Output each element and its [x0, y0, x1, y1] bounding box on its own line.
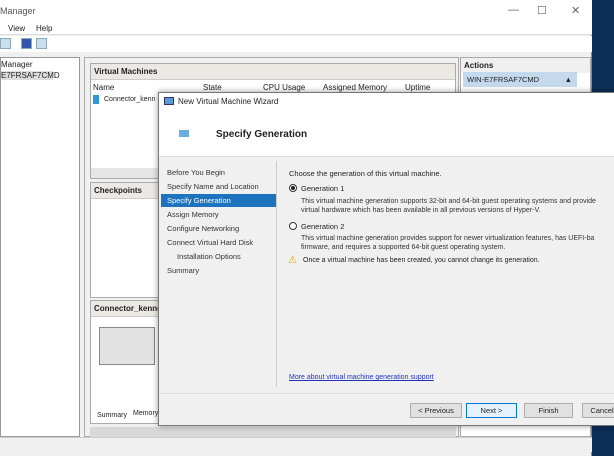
wizard-step[interactable]: Connect Virtual Hard Disk [161, 236, 277, 249]
nav-divider [276, 161, 277, 387]
gen1-label[interactable]: Generation 1 [301, 184, 344, 193]
prompt: Choose the generation of this virtual ma… [289, 169, 442, 178]
wizard-heading: Specify Generation [216, 129, 308, 140]
window-title: Manager [0, 6, 36, 16]
warning-icon: ⚠ [288, 255, 297, 266]
generation-support-link[interactable]: More about virtual machine generation su… [289, 374, 434, 381]
actions-server[interactable]: WIN-E7FRSAF7CMD ▲ [463, 72, 577, 87]
col-cpu[interactable]: CPU Usage [263, 83, 305, 92]
warning-text: Once a virtual machine has been created,… [303, 257, 540, 264]
wizard-icon [164, 97, 174, 105]
navigation-tree: Manager E7FRSAF7CMD [0, 57, 80, 437]
cancel-button[interactable]: Cancel [582, 403, 614, 418]
col-memory[interactable]: Assigned Memory [323, 83, 387, 92]
wizard-title: New Virtual Machine Wizard [178, 97, 279, 106]
help-icon[interactable] [21, 38, 32, 49]
menu-help[interactable]: Help [36, 24, 52, 33]
gen2-label[interactable]: Generation 2 [301, 222, 344, 231]
next-button[interactable]: Next > [466, 403, 517, 418]
col-state[interactable]: State [203, 83, 222, 92]
gen2-radio[interactable] [289, 222, 297, 230]
tree-root[interactable]: Manager [1, 60, 33, 69]
tab-summary[interactable]: Summary [97, 412, 127, 419]
previous-button[interactable]: < Previous [410, 403, 462, 418]
actions-title: Actions [461, 58, 590, 73]
wizard-step[interactable]: Installation Options [161, 250, 277, 263]
vm-row-name[interactable]: Connector_kenn [104, 96, 155, 103]
vm-icon [93, 95, 99, 104]
header-icon [179, 130, 189, 137]
vm-thumbnail [99, 327, 155, 365]
gen2-desc-line2: firmware, and requires a supported 64-bi… [301, 244, 506, 251]
actions-server-label: WIN-E7FRSAF7CMD [467, 75, 540, 84]
tree-server[interactable]: E7FRSAF7CMD [1, 71, 60, 80]
toolbar [0, 36, 592, 52]
minimize-button[interactable]: — [508, 4, 519, 16]
wizard-step[interactable]: Specify Generation [161, 194, 277, 207]
wizard-step[interactable]: Summary [161, 264, 277, 277]
gen2-desc-line1: This virtual machine generation provides… [301, 235, 595, 242]
wizard-step[interactable]: Before You Begin [161, 166, 277, 179]
collapse-icon[interactable]: ▲ [565, 75, 572, 84]
new-vm-wizard: New Virtual Machine Wizard Specify Gener… [158, 92, 614, 426]
wizard-header: Specify Generation [159, 109, 614, 157]
wizard-step[interactable]: Assign Memory [161, 208, 277, 221]
horizontal-scrollbar[interactable] [90, 427, 456, 437]
col-uptime[interactable]: Uptime [405, 83, 430, 92]
gen1-desc-line2: virtual hardware which has been availabl… [301, 207, 541, 214]
wizard-title-bar: New Virtual Machine Wizard [159, 93, 614, 109]
title-bar: Manager — ☐ ✕ [0, 0, 592, 22]
maximize-button[interactable]: ☐ [537, 4, 547, 17]
gen1-desc-line1: This virtual machine generation supports… [301, 198, 596, 205]
menu-view[interactable]: View [8, 24, 25, 33]
gen1-radio[interactable] [289, 184, 297, 192]
menu-bar: View Help [0, 22, 592, 35]
back-icon[interactable] [0, 38, 11, 49]
tab-memory[interactable]: Memory [133, 410, 158, 417]
vm-pane-title: Virtual Machines [91, 64, 455, 80]
wizard-step[interactable]: Configure Networking [161, 222, 277, 235]
wizard-step[interactable]: Specify Name and Location [161, 180, 277, 193]
finish-button[interactable]: Finish [524, 403, 573, 418]
col-name[interactable]: Name [93, 83, 114, 92]
console-icon[interactable] [36, 38, 47, 49]
status-bar [0, 437, 592, 452]
close-button[interactable]: ✕ [571, 4, 580, 17]
button-divider [159, 393, 614, 394]
